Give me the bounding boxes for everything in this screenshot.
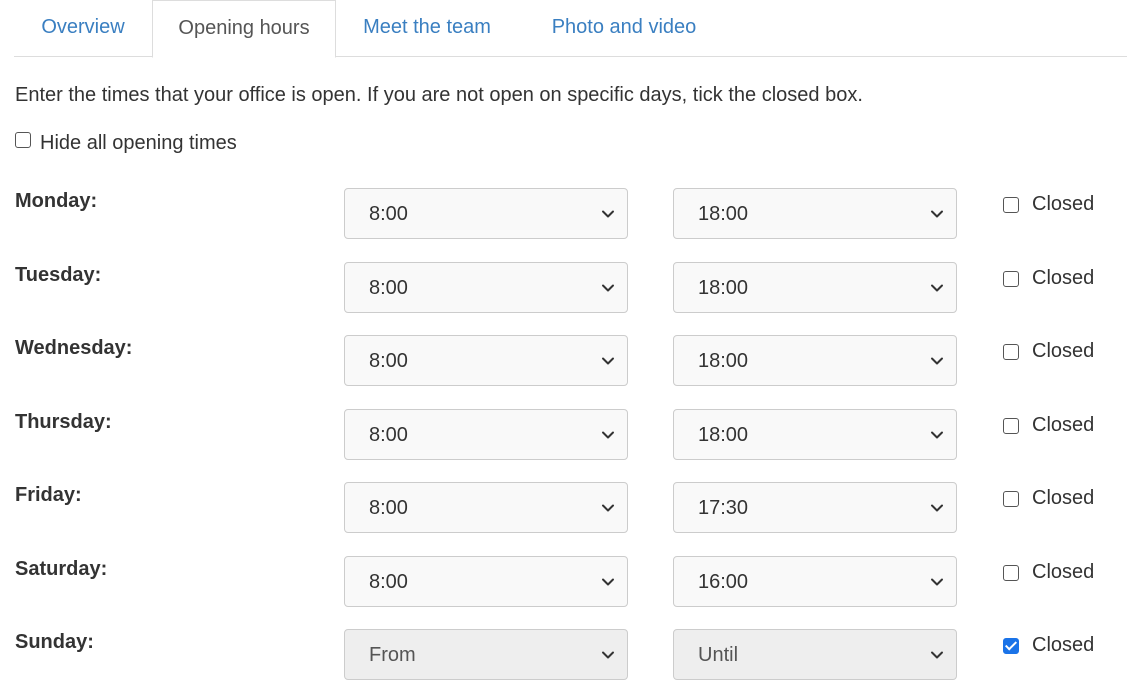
closed-checkbox[interactable] [1003, 418, 1019, 434]
hide-all-checkbox[interactable] [15, 132, 31, 148]
chevron-down-icon [602, 504, 614, 512]
chevron-down-icon [602, 431, 614, 439]
closed-label: Closed [1032, 267, 1095, 289]
closed-checkbox[interactable] [1003, 638, 1019, 654]
closing-time-value: 18:00 [698, 203, 749, 225]
closed-label: Closed [1032, 340, 1095, 362]
closed-label: Closed [1032, 414, 1095, 436]
chevron-down-icon [931, 357, 943, 365]
closing-time-value: 16:00 [698, 571, 749, 593]
opening-time-value: 8:00 [369, 277, 408, 299]
day-label: Monday: [15, 190, 98, 212]
closing-time-select[interactable]: Until [673, 629, 957, 680]
closing-time-select[interactable]: 16:00 [673, 556, 957, 607]
tab-meet-the-team[interactable]: Meet the team [336, 0, 518, 57]
closing-time-select[interactable]: 18:00 [673, 188, 957, 239]
chevron-down-icon [602, 651, 614, 659]
closing-time-value: 18:00 [698, 277, 749, 299]
closed-label: Closed [1032, 193, 1095, 215]
closed-checkbox[interactable] [1003, 491, 1019, 507]
closed-label: Closed [1032, 634, 1095, 656]
opening-time-select[interactable]: 8:00 [344, 482, 628, 533]
day-label: Wednesday: [15, 337, 133, 359]
opening-time-select[interactable]: 8:00 [344, 409, 628, 460]
opening-time-select[interactable]: 8:00 [344, 556, 628, 607]
day-row: Wednesday: 8:00 18:00 Closed [0, 335, 1127, 387]
closed-checkbox[interactable] [1003, 271, 1019, 287]
opening-time-value: From [369, 644, 416, 666]
opening-time-value: 8:00 [369, 350, 408, 372]
opening-time-select[interactable]: 8:00 [344, 335, 628, 386]
chevron-down-icon [602, 284, 614, 292]
closed-label: Closed [1032, 561, 1095, 583]
chevron-down-icon [931, 504, 943, 512]
closing-time-select[interactable]: 18:00 [673, 262, 957, 313]
day-label: Tuesday: [15, 264, 102, 286]
opening-time-select[interactable]: 8:00 [344, 188, 628, 239]
chevron-down-icon [602, 210, 614, 218]
closing-time-select[interactable]: 17:30 [673, 482, 957, 533]
opening-time-value: 8:00 [369, 497, 408, 519]
chevron-down-icon [931, 284, 943, 292]
closing-time-value: Until [698, 644, 739, 666]
day-row: Saturday: 8:00 16:00 Closed [0, 556, 1127, 608]
intro-text: Enter the times that your office is open… [15, 84, 863, 106]
opening-time-value: 8:00 [369, 424, 408, 446]
day-label: Friday: [15, 484, 82, 506]
chevron-down-icon [602, 357, 614, 365]
opening-time-value: 8:00 [369, 203, 408, 225]
closed-checkbox[interactable] [1003, 344, 1019, 360]
day-row: Tuesday: 8:00 18:00 Closed [0, 262, 1127, 314]
closing-time-value: 17:30 [698, 497, 749, 519]
chevron-down-icon [931, 578, 943, 586]
tab-overview[interactable]: Overview [14, 0, 152, 57]
closing-time-value: 18:00 [698, 350, 749, 372]
tab-opening-hours[interactable]: Opening hours [152, 0, 336, 58]
day-label: Sunday: [15, 631, 94, 653]
hide-all-label: Hide all opening times [40, 132, 237, 154]
chevron-down-icon [931, 651, 943, 659]
day-row: Thursday: 8:00 18:00 Closed [0, 409, 1127, 461]
chevron-down-icon [931, 210, 943, 218]
closed-checkbox[interactable] [1003, 197, 1019, 213]
day-label: Thursday: [15, 411, 112, 433]
chevron-down-icon [931, 431, 943, 439]
closing-time-value: 18:00 [698, 424, 749, 446]
day-row: Friday: 8:00 17:30 Closed [0, 482, 1127, 534]
closing-time-select[interactable]: 18:00 [673, 335, 957, 386]
opening-time-select[interactable]: From [344, 629, 628, 680]
closing-time-select[interactable]: 18:00 [673, 409, 957, 460]
opening-time-select[interactable]: 8:00 [344, 262, 628, 313]
tab-photo-and-video[interactable]: Photo and video [518, 0, 730, 57]
opening-time-value: 8:00 [369, 571, 408, 593]
day-label: Saturday: [15, 558, 108, 580]
chevron-down-icon [602, 578, 614, 586]
day-row: Monday: 8:00 18:00 Closed [0, 188, 1127, 240]
tab-bar: Overview Opening hours Meet the team Pho… [14, 0, 1127, 58]
day-row: Sunday: From Until Closed [0, 629, 1127, 681]
closed-label: Closed [1032, 487, 1095, 509]
closed-checkbox[interactable] [1003, 565, 1019, 581]
